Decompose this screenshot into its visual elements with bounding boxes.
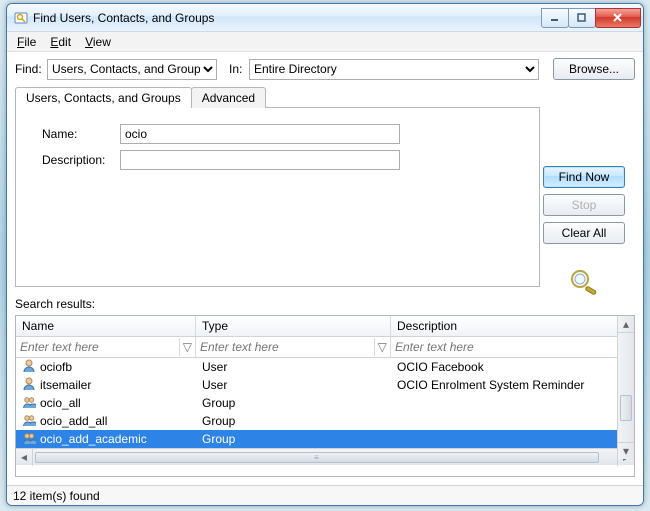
table-row[interactable]: ocio_add_all Group	[16, 412, 634, 430]
scroll-thumb[interactable]	[620, 395, 632, 421]
cell-description	[391, 420, 634, 422]
in-combo[interactable]: Entire Directory	[249, 59, 539, 80]
cell-name: ocio_add_academic	[40, 432, 147, 446]
cell-description	[391, 438, 634, 440]
in-label: In:	[229, 62, 245, 76]
description-input[interactable]	[120, 150, 400, 170]
window-title: Find Users, Contacts, and Groups	[33, 11, 542, 25]
cell-type: User	[196, 359, 391, 375]
menubar: File Edit View	[7, 32, 643, 52]
menu-file[interactable]: File	[11, 33, 42, 51]
find-row: Find: Users, Contacts, and Groups In: En…	[15, 58, 635, 80]
cell-description: OCIO Facebook	[391, 359, 634, 375]
menu-view[interactable]: View	[79, 33, 117, 51]
filter-row: ▽ ▽	[16, 337, 634, 358]
search-results-label: Search results:	[15, 293, 635, 313]
hscroll-thumb[interactable]: ≡	[35, 452, 599, 463]
user-icon	[22, 359, 36, 376]
group-icon	[22, 413, 36, 430]
minimize-button[interactable]	[541, 8, 569, 28]
window-buttons	[542, 8, 641, 28]
find-combo[interactable]: Users, Contacts, and Groups	[47, 59, 217, 80]
tabstrip: Users, Contacts, and Groups Advanced	[15, 86, 635, 107]
group-icon	[22, 395, 36, 412]
vertical-scrollbar[interactable]: ▴ ▾	[617, 316, 634, 459]
results-grid: Name Type Description ▽ ▽ ociofb UserOCIO…	[15, 315, 635, 477]
tab-advanced[interactable]: Advanced	[191, 87, 266, 108]
filter-name[interactable]	[16, 337, 179, 357]
group-icon	[22, 431, 36, 448]
grid-header: Name Type Description	[16, 316, 634, 337]
name-input[interactable]	[120, 124, 400, 144]
app-icon	[13, 10, 29, 26]
status-text: 12 item(s) found	[13, 489, 100, 503]
find-label: Find:	[15, 62, 43, 76]
cell-name: ociofb	[40, 360, 72, 374]
content-area: Find: Users, Contacts, and Groups In: En…	[7, 52, 643, 477]
user-icon	[22, 377, 36, 394]
col-description[interactable]: Description	[391, 316, 634, 336]
maximize-button[interactable]	[568, 8, 596, 28]
cell-name: ocio_all	[40, 396, 81, 410]
scroll-left-icon[interactable]: ◂	[16, 449, 33, 466]
table-row[interactable]: ocio_all Group	[16, 394, 634, 412]
cell-type: Group	[196, 413, 391, 429]
tab-users-contacts-groups[interactable]: Users, Contacts, and Groups	[15, 87, 192, 108]
window: Find Users, Contacts, and Groups File Ed…	[6, 3, 644, 506]
cell-description: OCIO Enrolment System Reminder	[391, 377, 634, 393]
col-type[interactable]: Type	[196, 316, 391, 336]
cell-name: itsemailer	[40, 378, 91, 392]
clear-all-button[interactable]: Clear All	[543, 222, 625, 244]
filter-icon[interactable]: ▽	[374, 338, 391, 356]
scroll-up-icon[interactable]: ▴	[618, 316, 634, 333]
cell-type: Group	[196, 395, 391, 411]
description-label: Description:	[42, 153, 120, 167]
side-buttons: Find Now Stop Clear All	[543, 166, 625, 299]
table-row[interactable]: ocio_add_academic Group	[16, 430, 634, 448]
status-bar: 12 item(s) found	[7, 485, 643, 505]
col-name[interactable]: Name	[16, 316, 196, 336]
cell-type: User	[196, 377, 391, 393]
table-row[interactable]: ociofb UserOCIO Facebook	[16, 358, 634, 376]
filter-description[interactable]	[391, 337, 633, 357]
cell-description	[391, 402, 634, 404]
filter-icon[interactable]: ▽	[179, 338, 195, 356]
browse-button[interactable]: Browse...	[553, 58, 635, 80]
search-panel: Name: Description:	[15, 107, 540, 287]
cell-type: Group	[196, 431, 391, 447]
horizontal-scrollbar[interactable]: ◂ ≡ ▸	[16, 448, 634, 465]
cell-name: ocio_add_all	[40, 414, 107, 428]
table-row[interactable]: itsemailer UserOCIO Enrolment System Remi…	[16, 376, 634, 394]
scroll-down-icon[interactable]: ▾	[618, 442, 634, 459]
close-button[interactable]	[595, 8, 641, 28]
titlebar[interactable]: Find Users, Contacts, and Groups	[7, 4, 643, 32]
stop-button[interactable]: Stop	[543, 194, 625, 216]
filter-type[interactable]	[196, 337, 374, 357]
rows-container: ociofb UserOCIO Facebook itsemailer UserOCI…	[16, 358, 634, 448]
find-now-button[interactable]: Find Now	[543, 166, 625, 188]
name-label: Name:	[42, 127, 120, 141]
magnify-icon	[567, 268, 601, 299]
menu-edit[interactable]: Edit	[44, 33, 77, 51]
